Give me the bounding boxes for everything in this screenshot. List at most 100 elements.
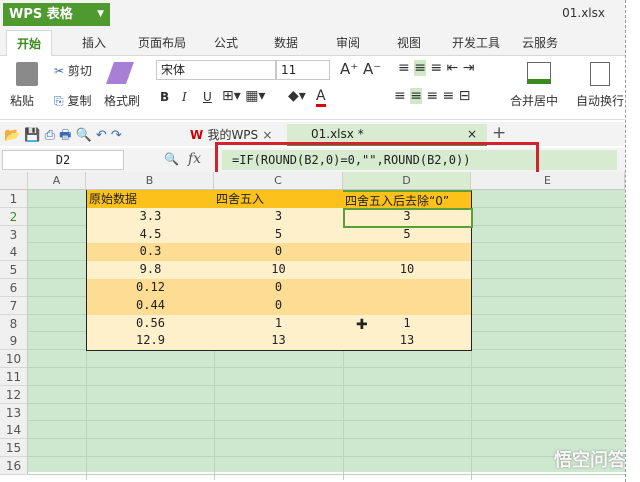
tab-review[interactable]: 审阅	[336, 34, 360, 51]
format-painter-icon[interactable]	[105, 62, 135, 84]
wps-home-label: 我的WPS	[207, 128, 259, 142]
table-cell[interactable]: 13	[214, 332, 344, 352]
tab-insert[interactable]: 插入	[82, 34, 106, 51]
select-all-corner[interactable]	[0, 172, 28, 190]
row-header-12[interactable]: 12	[0, 385, 28, 404]
column-header-B[interactable]: B	[86, 172, 214, 190]
underline-button[interactable]: U	[203, 90, 212, 104]
table-cell[interactable]	[343, 296, 472, 316]
table-header-cell[interactable]: 四舍五入	[214, 190, 344, 209]
row-header-2[interactable]: 2	[0, 207, 28, 226]
row-header-5[interactable]: 5	[0, 261, 28, 280]
row-header-9[interactable]: 9	[0, 332, 28, 351]
document-tab[interactable]: 01.xlsx * ×	[287, 124, 487, 146]
copy-button[interactable]: ⎘ 复制	[54, 92, 91, 109]
copy-label: 复制	[67, 94, 92, 108]
spreadsheet-grid[interactable]: A B C D E 1 2 3 4 5 6 7 8 9 10 11 12 13 14 15 16 原始数据 四舍五入 四舍五入…	[0, 172, 625, 480]
name-box[interactable]: D2	[2, 150, 124, 170]
table-cell[interactable]: 0.12	[86, 279, 215, 298]
row-header-13[interactable]: 13	[0, 403, 28, 422]
tab-developer[interactable]: 开发工具	[452, 34, 500, 51]
wrap-text-button[interactable]: 自动换行	[576, 92, 624, 109]
table-cell[interactable]: 0	[214, 296, 344, 316]
formula-input[interactable]: =IF(ROUND(B2,0)=0,"",ROUND(B2,0))	[222, 150, 617, 170]
table-cell[interactable]: 13	[343, 332, 472, 352]
align-vertical-icon[interactable]: ≡ ≡ ≡ ⇤ ⇥	[398, 60, 474, 76]
table-cell[interactable]: 10	[214, 261, 344, 280]
paste-icon[interactable]	[16, 62, 38, 86]
tab-view[interactable]: 视图	[397, 34, 421, 51]
table-cell[interactable]: 3.3	[86, 207, 215, 227]
row-header-3[interactable]: 3	[0, 225, 28, 244]
title-bar: WPS 表格 ▼ 01.xlsx	[0, 0, 625, 28]
table-cell[interactable]: 0	[214, 279, 344, 298]
cut-button[interactable]: ✂ 剪切	[54, 62, 92, 79]
tab-data[interactable]: 数据	[274, 34, 298, 51]
table-cell[interactable]	[343, 279, 472, 298]
table-cell[interactable]: 4.5	[86, 225, 215, 245]
borders-icon[interactable]: ⊞▾ ▦▾	[222, 88, 265, 104]
tab-page-layout[interactable]: 页面布局	[138, 34, 186, 51]
table-cell[interactable]: 0.56	[86, 314, 215, 334]
table-header-cell[interactable]: 四舍五入后去除“0”	[343, 190, 472, 209]
format-painter-button[interactable]: 格式刷	[104, 92, 140, 109]
fill-color-icon[interactable]: ◆▾	[288, 88, 306, 104]
close-icon[interactable]: ×	[467, 127, 477, 141]
tab-home[interactable]: 开始	[6, 30, 53, 58]
table-cell[interactable]: 5	[343, 225, 472, 245]
table-cell[interactable]: 0.44	[86, 296, 215, 316]
row-header-8[interactable]: 8	[0, 314, 28, 333]
table-cell[interactable]: 1	[214, 314, 344, 334]
row-header-14[interactable]: 14	[0, 421, 28, 440]
font-family-select[interactable]: 宋体	[156, 60, 276, 80]
wrap-text-icon[interactable]	[590, 62, 610, 86]
table-cell[interactable]	[343, 243, 472, 263]
new-tab-button[interactable]: +	[492, 123, 506, 143]
table-cell[interactable]: 9.8	[86, 261, 215, 280]
column-header-C[interactable]: C	[214, 172, 343, 190]
row-header-10[interactable]: 10	[0, 350, 28, 369]
column-header-E[interactable]: E	[471, 172, 625, 190]
increase-font-icon[interactable]: A⁺ A⁻	[340, 60, 381, 78]
wps-home-tab[interactable]: W 我的WPS ×	[190, 126, 272, 143]
app-menu-button[interactable]: WPS 表格 ▼	[3, 3, 110, 26]
tab-formulas[interactable]: 公式	[214, 34, 238, 51]
table-header-cell[interactable]: 原始数据	[86, 190, 215, 209]
table-cell[interactable]: 12.9	[86, 332, 215, 352]
table-cell[interactable]: 0	[214, 243, 344, 263]
align-horizontal-icon[interactable]: ≡ ≡ ≡ ≡ ⊟	[394, 88, 470, 104]
font-color-button[interactable]: A	[316, 88, 326, 107]
merge-center-button[interactable]: 合并居中	[510, 92, 558, 109]
paste-button[interactable]: 粘贴	[10, 92, 34, 109]
row-header-4[interactable]: 4	[0, 243, 28, 262]
gridline	[28, 402, 625, 404]
row-header-15[interactable]: 15	[0, 439, 28, 458]
column-header-A[interactable]: A	[28, 172, 86, 190]
row-header-11[interactable]: 11	[0, 368, 28, 386]
table-cell[interactable]: 5	[214, 225, 344, 245]
italic-button[interactable]: I	[182, 90, 187, 104]
table-cell[interactable]: 3	[214, 207, 344, 227]
document-tab-label: 01.xlsx *	[311, 127, 364, 141]
table-cell[interactable]: 10	[343, 261, 472, 280]
zoom-icon[interactable]: 🔍	[164, 152, 179, 166]
ribbon: 粘贴 ✂ 剪切 ⎘ 复制 格式刷 宋体 11 A⁺ A⁻ B I U ⊞▾ ▦▾…	[0, 56, 625, 120]
row-header-6[interactable]: 6	[0, 279, 28, 297]
app-title: WPS 表格	[9, 7, 73, 22]
table-cell[interactable]: 3	[343, 207, 472, 227]
table-cell[interactable]: 0.3	[86, 243, 215, 263]
row-header-16[interactable]: 16	[0, 457, 28, 475]
gridline	[28, 438, 625, 440]
column-header-D[interactable]: D	[343, 172, 471, 190]
font-size-select[interactable]: 11	[276, 60, 330, 80]
close-icon[interactable]: ×	[262, 128, 272, 142]
tab-cloud[interactable]: 云服务	[522, 34, 558, 51]
row-header-1[interactable]: 1	[0, 190, 28, 208]
gridline	[28, 456, 625, 457]
bold-button[interactable]: B	[160, 90, 169, 104]
fx-button[interactable]: fx	[188, 151, 201, 167]
watermark: 悟空问答	[554, 450, 626, 471]
row-header-7[interactable]: 7	[0, 296, 28, 315]
quick-access-icons[interactable]: 📂 💾 ⎙ 🖶 🔍 ↶ ↷	[4, 126, 122, 148]
merge-center-icon[interactable]	[527, 62, 551, 84]
